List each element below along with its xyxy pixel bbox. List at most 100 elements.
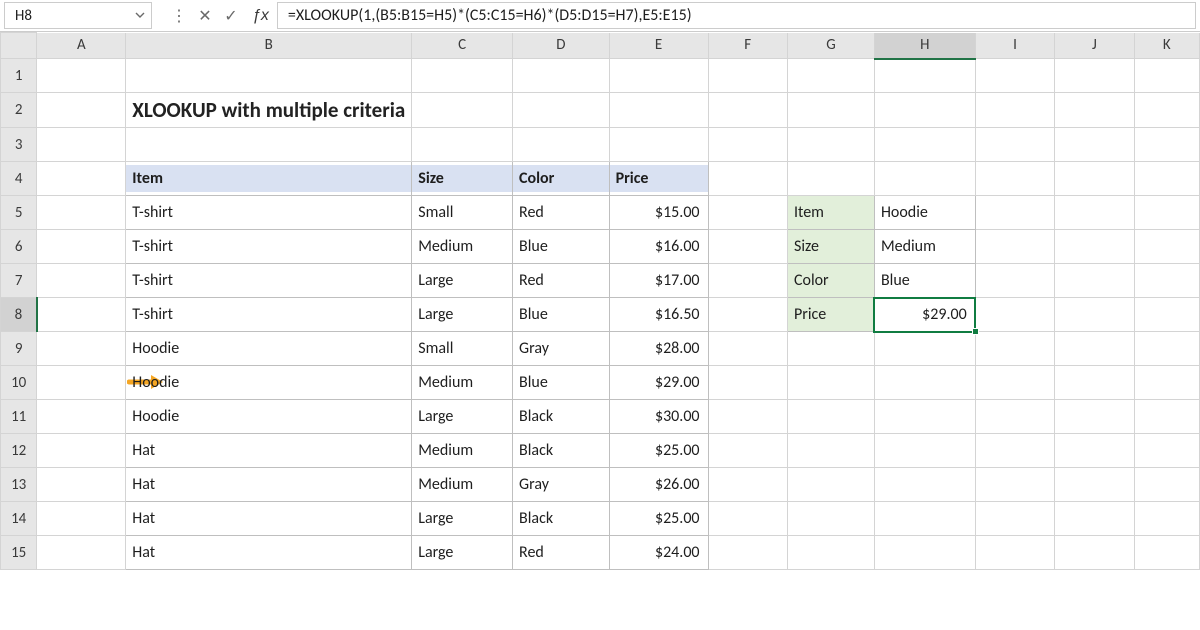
- cell-H8[interactable]: $29.00: [874, 298, 975, 332]
- cell-C11[interactable]: Large: [412, 400, 513, 434]
- cell-K12[interactable]: [1134, 434, 1199, 468]
- cell-G12[interactable]: [787, 434, 874, 468]
- cell-I1[interactable]: [975, 59, 1054, 93]
- column-header-D[interactable]: D: [513, 33, 610, 59]
- cell-H10[interactable]: [874, 366, 975, 400]
- cell-B9[interactable]: Hoodie: [126, 332, 412, 366]
- column-header-K[interactable]: K: [1134, 33, 1199, 59]
- cell-J15[interactable]: [1055, 536, 1134, 570]
- cell-A8[interactable]: [37, 298, 126, 332]
- cell-G14[interactable]: [787, 502, 874, 536]
- column-header-I[interactable]: I: [975, 33, 1054, 59]
- cell-E2[interactable]: [609, 93, 708, 128]
- column-header-F[interactable]: F: [708, 33, 787, 59]
- cell-I15[interactable]: [975, 536, 1054, 570]
- cell-K10[interactable]: [1134, 366, 1199, 400]
- cell-B8[interactable]: T-shirt: [126, 298, 412, 332]
- cell-I10[interactable]: [975, 366, 1054, 400]
- row-header-7[interactable]: 7: [1, 264, 37, 298]
- row-header-2[interactable]: 2: [1, 93, 37, 128]
- cell-D4[interactable]: Color: [513, 162, 610, 196]
- cell-C6[interactable]: Medium: [412, 230, 513, 264]
- cell-D2[interactable]: [513, 93, 610, 128]
- cell-F10[interactable]: [708, 366, 787, 400]
- cell-B5[interactable]: T-shirt: [126, 196, 412, 230]
- cell-J10[interactable]: [1055, 366, 1134, 400]
- cell-J13[interactable]: [1055, 468, 1134, 502]
- column-header-H[interactable]: H: [874, 33, 975, 59]
- column-header-G[interactable]: G: [787, 33, 874, 59]
- cell-H9[interactable]: [874, 332, 975, 366]
- cell-H15[interactable]: [874, 536, 975, 570]
- cell-H1[interactable]: [874, 59, 975, 93]
- cell-K6[interactable]: [1134, 230, 1199, 264]
- row-header-1[interactable]: 1: [1, 59, 37, 93]
- cell-I11[interactable]: [975, 400, 1054, 434]
- row-header-13[interactable]: 13: [1, 468, 37, 502]
- select-all-corner[interactable]: [1, 33, 37, 59]
- cell-C9[interactable]: Small: [412, 332, 513, 366]
- cell-J7[interactable]: [1055, 264, 1134, 298]
- row-header-3[interactable]: 3: [1, 128, 37, 162]
- cell-G6[interactable]: Size: [787, 230, 874, 264]
- cell-A7[interactable]: [37, 264, 126, 298]
- cell-J2[interactable]: [1055, 93, 1134, 128]
- cell-E8[interactable]: $16.50: [609, 298, 708, 332]
- dots-icon[interactable]: ⋮: [170, 6, 188, 26]
- cell-E5[interactable]: $15.00: [609, 196, 708, 230]
- cell-F6[interactable]: [708, 230, 787, 264]
- cell-C10[interactable]: Medium: [412, 366, 513, 400]
- cell-D15[interactable]: Red: [513, 536, 610, 570]
- row-header-8[interactable]: 8: [1, 298, 37, 332]
- cell-E7[interactable]: $17.00: [609, 264, 708, 298]
- cell-F4[interactable]: [708, 162, 787, 196]
- cell-A1[interactable]: [37, 59, 126, 93]
- cell-C15[interactable]: Large: [412, 536, 513, 570]
- cell-I4[interactable]: [975, 162, 1054, 196]
- cell-H2[interactable]: [874, 93, 975, 128]
- cell-G13[interactable]: [787, 468, 874, 502]
- cell-G7[interactable]: Color: [787, 264, 874, 298]
- cell-C2[interactable]: [412, 93, 513, 128]
- cell-B14[interactable]: Hat: [126, 502, 412, 536]
- cell-D3[interactable]: [513, 128, 610, 162]
- cell-D9[interactable]: Gray: [513, 332, 610, 366]
- cell-A12[interactable]: [37, 434, 126, 468]
- cell-E4[interactable]: Price: [609, 162, 708, 196]
- cell-F2[interactable]: [708, 93, 787, 128]
- formula-input[interactable]: =XLOOKUP(1,(B5:B15=H5)*(C5:C15=H6)*(D5:D…: [277, 2, 1196, 29]
- cell-C14[interactable]: Large: [412, 502, 513, 536]
- cell-D8[interactable]: Blue: [513, 298, 610, 332]
- cell-J3[interactable]: [1055, 128, 1134, 162]
- cell-A10[interactable]: [37, 366, 126, 400]
- cell-C13[interactable]: Medium: [412, 468, 513, 502]
- cell-G8[interactable]: Price: [787, 298, 874, 332]
- cell-E15[interactable]: $24.00: [609, 536, 708, 570]
- cell-D1[interactable]: [513, 59, 610, 93]
- cell-J4[interactable]: [1055, 162, 1134, 196]
- cell-K11[interactable]: [1134, 400, 1199, 434]
- cell-A11[interactable]: [37, 400, 126, 434]
- cell-I3[interactable]: [975, 128, 1054, 162]
- cell-D5[interactable]: Red: [513, 196, 610, 230]
- row-header-5[interactable]: 5: [1, 196, 37, 230]
- cell-F7[interactable]: [708, 264, 787, 298]
- cell-E14[interactable]: $25.00: [609, 502, 708, 536]
- cell-A9[interactable]: [37, 332, 126, 366]
- row-header-10[interactable]: 10: [1, 366, 37, 400]
- cell-I14[interactable]: [975, 502, 1054, 536]
- cell-J8[interactable]: [1055, 298, 1134, 332]
- row-header-9[interactable]: 9: [1, 332, 37, 366]
- cell-K4[interactable]: [1134, 162, 1199, 196]
- cell-D7[interactable]: Red: [513, 264, 610, 298]
- cell-I8[interactable]: [975, 298, 1054, 332]
- cell-H3[interactable]: [874, 128, 975, 162]
- cell-B13[interactable]: Hat: [126, 468, 412, 502]
- cell-H12[interactable]: [874, 434, 975, 468]
- row-header-15[interactable]: 15: [1, 536, 37, 570]
- cell-F5[interactable]: [708, 196, 787, 230]
- cell-I7[interactable]: [975, 264, 1054, 298]
- cell-E3[interactable]: [609, 128, 708, 162]
- cell-F1[interactable]: [708, 59, 787, 93]
- cell-B2[interactable]: XLOOKUP with multiple criteria: [126, 93, 412, 128]
